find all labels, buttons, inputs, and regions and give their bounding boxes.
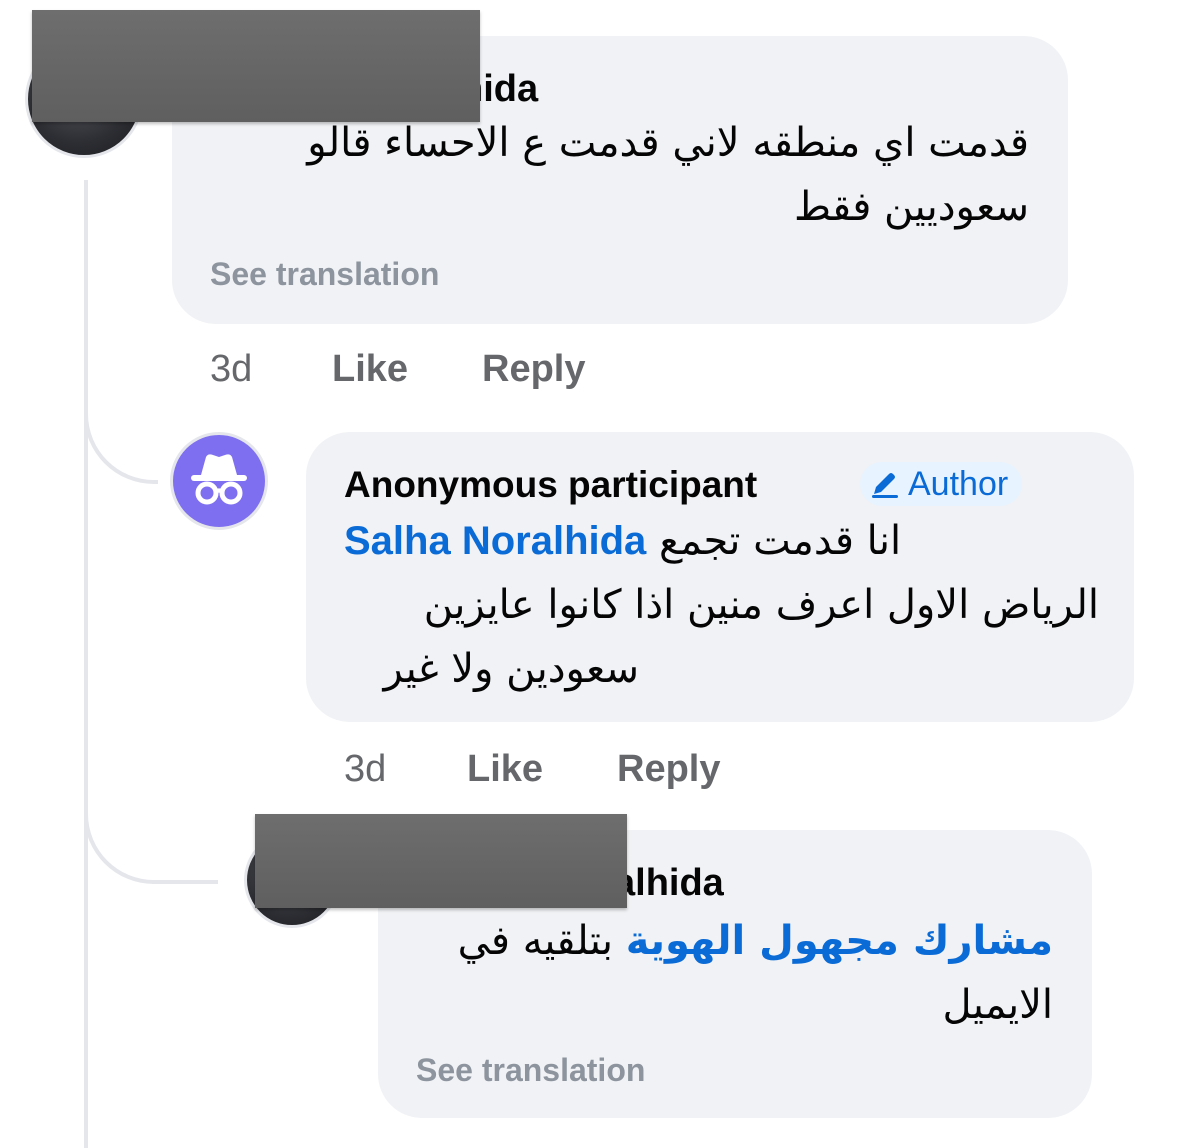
- comment-text-line: مشارك مجهول الهوية بتلقيه في: [373, 910, 1053, 972]
- redaction-box: [255, 814, 627, 908]
- comment-actions: 3d Like Reply: [0, 348, 700, 392]
- mention-link[interactable]: مشارك مجهول الهوية: [626, 918, 1053, 964]
- comment-author[interactable]: alhida: [614, 862, 724, 905]
- see-translation-link[interactable]: See translation: [210, 256, 439, 293]
- comment-text-line: Salha Noralhida انا قدمت تجمع: [344, 510, 1044, 572]
- like-button[interactable]: Like: [332, 348, 408, 391]
- reply-button[interactable]: Reply: [482, 348, 585, 391]
- comment-text-line: سعوديين فقط: [794, 184, 1029, 230]
- comment-actions: 3d Like Reply: [0, 748, 800, 792]
- author-badge: Author: [860, 462, 1023, 506]
- redaction-box: [32, 10, 480, 122]
- thread-connector: [84, 380, 158, 484]
- comment-text-line: سعودين ولا غير: [383, 646, 640, 692]
- avatar[interactable]: [170, 432, 268, 530]
- comment-author[interactable]: Anonymous participant: [344, 464, 757, 506]
- thread-line: [84, 180, 88, 1148]
- pencil-icon: [872, 473, 898, 498]
- comment-text: انا قدمت تجمع: [659, 518, 902, 564]
- thread-connector: [84, 780, 218, 884]
- see-translation-link[interactable]: See translation: [416, 1052, 645, 1089]
- reply-button[interactable]: Reply: [617, 748, 720, 791]
- author-badge-label: Author: [908, 464, 1009, 503]
- timestamp: 3d: [210, 348, 253, 390]
- comment-text-line: الايميل: [942, 982, 1053, 1028]
- timestamp: 3d: [344, 748, 387, 790]
- comment-text-line: الرياض الاول اعرف منين اذا كانوا عايزين: [423, 582, 1099, 628]
- comment-text: بتلقيه في: [457, 918, 613, 964]
- mention-link[interactable]: Salha Noralhida: [344, 519, 646, 563]
- like-button[interactable]: Like: [467, 748, 543, 791]
- incognito-icon: [191, 454, 247, 505]
